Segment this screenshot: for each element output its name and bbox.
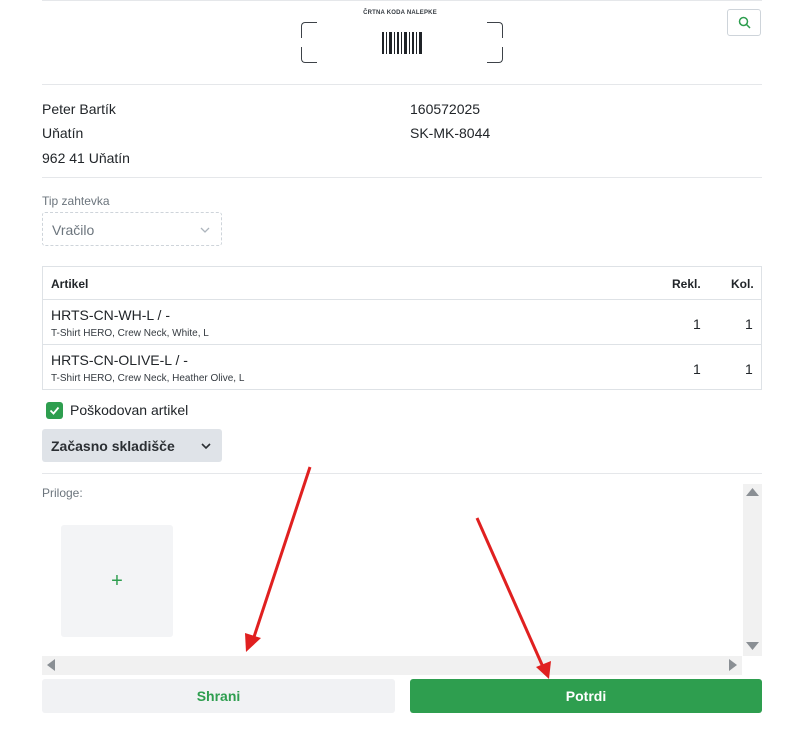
- scroll-down-icon[interactable]: [745, 641, 760, 651]
- save-button[interactable]: Shrani: [42, 679, 395, 713]
- article-rekl: 1: [693, 361, 701, 377]
- article-code: HRTS-CN-OLIVE-L / -: [51, 352, 188, 368]
- chevron-down-icon: [201, 443, 211, 450]
- article-description: T-Shirt HERO, Crew Neck, White, L: [51, 328, 209, 339]
- search-icon: [738, 16, 751, 29]
- confirm-button[interactable]: Potrdi: [410, 679, 762, 713]
- plus-icon: +: [111, 569, 123, 592]
- customer-name: Peter Bartík: [42, 101, 116, 117]
- divider: [42, 177, 762, 178]
- table-header: Artikel Rekl. Kol.: [43, 267, 761, 300]
- divider: [42, 84, 762, 85]
- request-type-select[interactable]: Vračilo: [42, 212, 222, 246]
- barcode-frame-corner: [487, 22, 503, 38]
- scroll-up-icon[interactable]: [745, 487, 760, 497]
- header-article: Artikel: [51, 277, 89, 291]
- header-rekl: Rekl.: [672, 277, 701, 291]
- storage-dropdown[interactable]: Začasno skladišče: [42, 429, 222, 462]
- add-attachment-button[interactable]: +: [61, 525, 173, 637]
- barcode-title: ČRTNA KODA NALEPKE: [363, 10, 437, 16]
- scroll-left-icon[interactable]: [46, 658, 56, 672]
- damaged-label[interactable]: Poškodovan artikel: [70, 402, 188, 418]
- customer-city: Uňatín: [42, 125, 84, 141]
- customer-zip-city: 962 41 Uňatín: [42, 150, 130, 166]
- vertical-scrollbar[interactable]: [743, 484, 762, 656]
- articles-table: Artikel Rekl. Kol. HRTS-CN-WH-L / - T-Sh…: [42, 266, 762, 390]
- article-description: T-Shirt HERO, Crew Neck, Heather Olive, …: [51, 373, 245, 384]
- request-type-label: Tip zahtevka: [42, 194, 110, 208]
- divider: [42, 473, 762, 474]
- damaged-checkbox[interactable]: [46, 402, 63, 419]
- article-rekl: 1: [693, 316, 701, 332]
- barcode-frame-corner: [301, 47, 317, 63]
- barcode-icon[interactable]: [382, 32, 422, 54]
- arrow-to-confirm-icon: [475, 517, 551, 679]
- order-number: 160572025: [410, 101, 481, 117]
- article-kol: 1: [745, 361, 753, 377]
- table-row[interactable]: HRTS-CN-WH-L / - T-Shirt HERO, Crew Neck…: [43, 300, 761, 345]
- top-divider: [42, 0, 762, 1]
- table-row[interactable]: HRTS-CN-OLIVE-L / - T-Shirt HERO, Crew N…: [43, 345, 761, 390]
- header-kol: Kol.: [731, 277, 754, 291]
- storage-label: Začasno skladišče: [51, 438, 175, 454]
- request-type-value: Vračilo: [52, 222, 95, 238]
- article-code: HRTS-CN-WH-L / -: [51, 307, 170, 323]
- chevron-down-icon: [200, 227, 210, 233]
- article-kol: 1: [745, 316, 753, 332]
- order-code: SK-MK-8044: [410, 125, 491, 141]
- barcode-frame-corner: [301, 22, 317, 38]
- attachments-label: Priloge:: [42, 486, 83, 500]
- scroll-right-icon[interactable]: [728, 658, 738, 672]
- horizontal-scrollbar[interactable]: [42, 656, 742, 675]
- barcode-frame-corner: [487, 47, 503, 63]
- arrow-to-save-icon: [245, 466, 312, 652]
- search-button[interactable]: [727, 9, 761, 36]
- check-icon: [49, 406, 60, 415]
